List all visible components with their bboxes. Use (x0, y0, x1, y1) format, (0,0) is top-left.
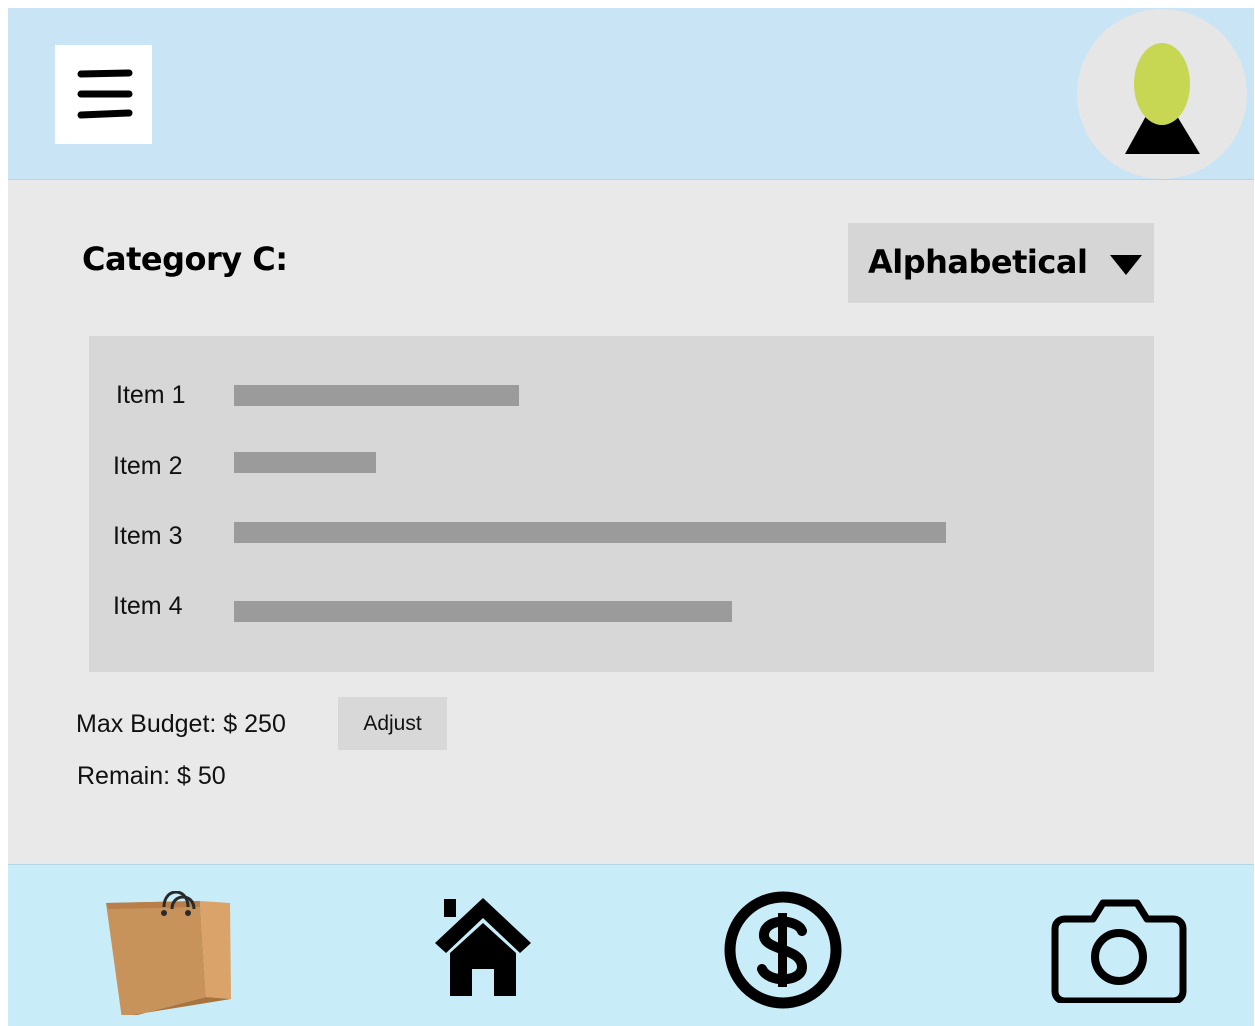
item-label: Item 2 (113, 452, 183, 480)
category-title: Category C: (82, 240, 288, 278)
user-avatar[interactable] (1077, 9, 1247, 179)
adjust-button[interactable]: Adjust (338, 697, 447, 750)
sort-dropdown[interactable]: Alphabetical (848, 223, 1154, 303)
item-bar (234, 601, 732, 622)
shopping-bag-icon (106, 891, 231, 1015)
item-bar (234, 452, 376, 473)
sort-selected-label: Alphabetical (868, 243, 1088, 281)
nav-budget-button[interactable] (722, 889, 844, 1011)
nav-home-button[interactable] (428, 893, 538, 1001)
user-avatar-icon (1125, 43, 1200, 154)
item-bar (234, 522, 946, 543)
items-panel: Item 1 Item 2 Item 3 Item 4 (89, 336, 1154, 672)
top-header (8, 8, 1254, 180)
caret-down-icon (1110, 255, 1142, 275)
menu-button[interactable] (55, 45, 152, 144)
item-label: Item 3 (113, 522, 183, 550)
camera-icon (1051, 899, 1187, 1003)
bottom-nav (8, 864, 1254, 1026)
item-bar (234, 385, 519, 406)
dollar-icon (724, 891, 842, 1009)
item-label: Item 1 (116, 381, 186, 409)
app-frame: Category C: Alphabetical Item 1 Item 2 I… (8, 8, 1254, 1026)
remaining-budget-label: Remain: $ 50 (77, 762, 226, 790)
item-label: Item 4 (113, 592, 183, 620)
home-icon (435, 898, 531, 996)
nav-camera-button[interactable] (1051, 897, 1187, 1003)
hamburger-menu-icon (77, 69, 133, 119)
nav-shopping-button[interactable] (102, 891, 236, 1015)
max-budget-label: Max Budget: $ 250 (76, 710, 286, 738)
